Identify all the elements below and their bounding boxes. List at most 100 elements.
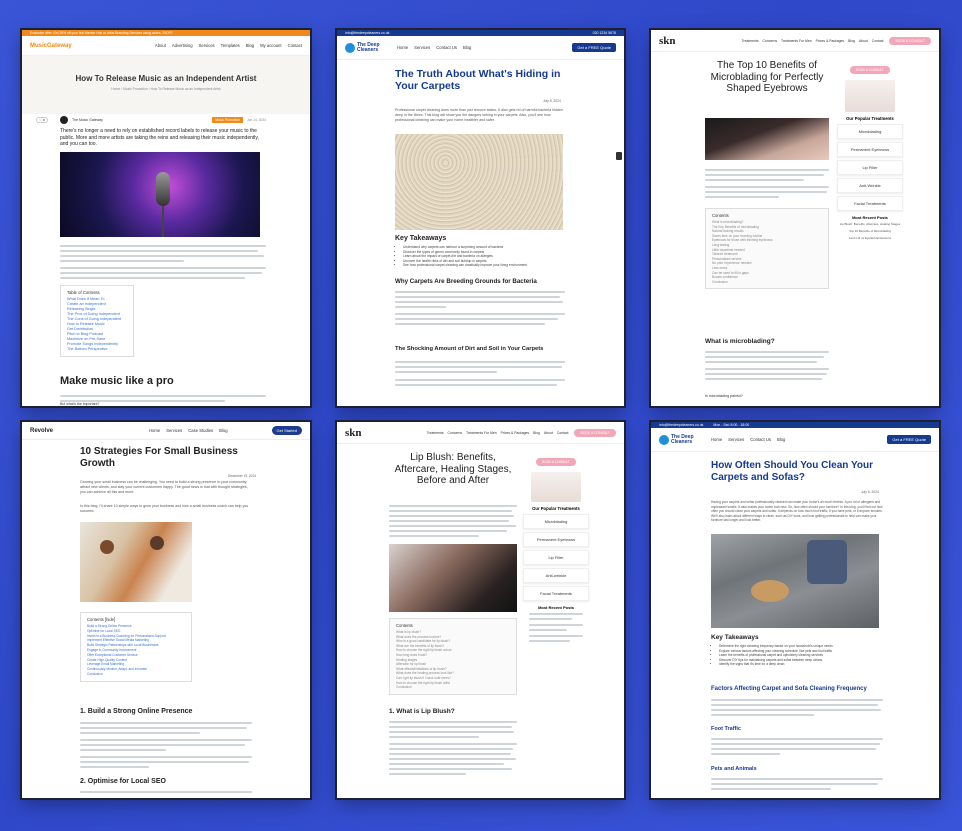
intro-paragraph: Professional carpet cleaning does more t… [395, 108, 563, 122]
carpet-image [395, 134, 563, 230]
nav-item[interactable]: Blog [533, 431, 540, 435]
scroll-handle[interactable] [616, 152, 622, 160]
site-logo[interactable]: skn [345, 427, 362, 439]
nav-item[interactable]: Templates [221, 43, 240, 48]
opening-hours: Mon - Sat: 8:00 - 18:00 [713, 423, 750, 427]
contact-phone[interactable]: 020 1234 5678 [593, 31, 616, 35]
nav-item[interactable]: Prices & Packages [501, 431, 529, 435]
logo-mark-icon [659, 434, 669, 445]
share-button[interactable]: ♡ 0 [36, 117, 48, 123]
site-logo[interactable]: MusicGateway [30, 43, 72, 49]
site-logo[interactable]: skn [659, 35, 676, 47]
nav-item[interactable]: Contact [872, 39, 884, 43]
get-started-button[interactable]: Get Started [271, 426, 302, 435]
free-quote-button[interactable]: Get a FREE Quote [572, 43, 616, 52]
nav-item[interactable]: Blog [777, 437, 785, 442]
nav-item[interactable]: Services [728, 437, 744, 442]
toc-item[interactable]: The Bottom Perspective [67, 347, 127, 352]
nav-item[interactable]: Case Studies [188, 428, 213, 433]
sidebar-item-lip-filler[interactable]: Lip Filler [523, 550, 589, 565]
recent-posts-list[interactable] [523, 613, 589, 642]
sidebar-item-microblading[interactable]: Microblading [837, 124, 903, 139]
nav-item[interactable]: Advertising [172, 43, 193, 48]
nav-item[interactable]: About [544, 431, 553, 435]
category-badge[interactable]: Music Promotion [212, 117, 243, 123]
nav-item[interactable]: Treatments For Men [781, 39, 812, 43]
carpet-cleaning-image [711, 534, 879, 628]
book-consult-button[interactable]: BOOK A CONSULT [889, 36, 931, 45]
site-nav: The Deep Cleaners Home Services Contact … [337, 36, 624, 60]
sidebar-item-anti-wrinkle[interactable]: Anti-Wrinkle [837, 178, 903, 193]
nav-item[interactable]: Blog [219, 428, 227, 433]
contact-email[interactable]: info@thedeepcleaners.co.uk [345, 31, 389, 35]
promo-image [845, 80, 895, 112]
nav-item[interactable]: Services [199, 43, 215, 48]
nav-item[interactable]: Contact [557, 431, 569, 435]
contact-email[interactable]: info@thedeepcleaners.co.uk [659, 423, 703, 427]
breadcrumb[interactable]: Home › Music Promotion › How To Release … [22, 87, 310, 91]
sidebar-item-microblading[interactable]: Microblading [523, 514, 589, 529]
sidebar-item-facial-treatments[interactable]: Facial Treatments [837, 196, 903, 211]
nav-item[interactable]: Services [166, 428, 182, 433]
sidebar-book-button[interactable]: BOOK A CONSULT [850, 66, 890, 74]
recent-post-link[interactable]: Lip Blush: Benefits, Aftercare, Healing … [837, 222, 903, 226]
post-date: July 8, 2024 [543, 99, 561, 103]
nav-item[interactable]: About [859, 39, 868, 43]
sub-question: But what's the important? [60, 402, 100, 406]
site-nav: skn Treatments Concerns Treatments For M… [651, 30, 939, 52]
toc-title: Contents [712, 213, 729, 218]
nav-item[interactable]: Home [711, 437, 722, 442]
nav-item[interactable]: Concerns [763, 39, 778, 43]
sidebar-item-permanent-eyebrows[interactable]: Permanent Eyebrows [523, 532, 589, 547]
nav-item[interactable]: Contact Us [436, 45, 457, 50]
faq-question[interactable]: Is microblading painful? [705, 394, 743, 398]
toc-item[interactable]: Conclusion [712, 280, 822, 285]
section-heading: The Shocking Amount of Dirt and Soil in … [395, 346, 544, 352]
section-heading: Factors Affecting Carpet and Sofa Cleani… [711, 686, 867, 692]
nav-item[interactable]: Blog [246, 43, 254, 48]
nav-item[interactable]: Blog [463, 45, 471, 50]
book-consult-button[interactable]: BOOK A CONSULT [574, 428, 616, 437]
sidebar-item-facial-treatments[interactable]: Facial Treatments [523, 586, 589, 601]
sidebar-item-permanent-eyebrows[interactable]: Permanent Eyebrows [837, 142, 903, 157]
body-text [395, 288, 565, 328]
recent-post-link[interactable]: Lash Lift vs Eyelash Extensions [837, 236, 903, 240]
nav-item[interactable]: Treatments [427, 431, 444, 435]
body-text [389, 502, 517, 540]
nav-item[interactable]: Treatments [742, 39, 759, 43]
recent-post-link[interactable]: Top 10 Benefits of Microblading [837, 229, 903, 233]
promo-text: Exclusive offer: Get 25% off your first … [30, 31, 173, 35]
free-quote-button[interactable]: Get a FREE Quote [887, 435, 931, 444]
toc-item[interactable]: Conclusion [87, 672, 185, 677]
nav-item[interactable]: Services [414, 45, 430, 50]
nav-item[interactable]: Blog [848, 39, 855, 43]
nav-item[interactable]: Home [397, 45, 408, 50]
sidebar-book-button[interactable]: BOOK A CONSULT [536, 458, 576, 466]
nav-item[interactable]: Contact Us [750, 437, 771, 442]
site-logo[interactable]: The Deep Cleaners [345, 42, 383, 53]
toc-title[interactable]: Contents [hide] [87, 617, 185, 622]
key-takeaways-list: Determine the right cleaning frequency b… [711, 644, 883, 667]
nav-item[interactable]: About [155, 43, 166, 48]
table-of-contents: Table of Contents What Does It Mean To C… [60, 285, 134, 357]
nav-item[interactable]: Concerns [448, 431, 463, 435]
site-logo[interactable]: Revolve [30, 428, 53, 434]
nav-item[interactable]: Home [149, 428, 160, 433]
author-name[interactable]: The Music Gateway [72, 118, 103, 122]
sidebar-item-lip-filler[interactable]: Lip Filler [837, 160, 903, 175]
site-nav: The Deep Cleaners Home Services Contact … [651, 428, 939, 452]
intro-paragraph: Growing your small business can be chall… [80, 480, 248, 494]
sidebar-item-anti-wrinkle[interactable]: Anti-wrinkle [523, 568, 589, 583]
page-title: The Top 10 Benefits of Microblading for … [710, 60, 824, 94]
nav-item[interactable]: My account [260, 43, 281, 48]
nav-item[interactable]: Prices & Packages [816, 39, 844, 43]
toc-item[interactable]: Conclusion [396, 685, 510, 690]
nav-item[interactable]: Treatments For Men [466, 431, 497, 435]
avatar [60, 116, 68, 124]
site-logo[interactable]: The Deep Cleaners [659, 434, 697, 445]
section-heading: 1. What is Lip Blush? [389, 708, 455, 715]
section-heading: 2. Optimise for Local SEO [80, 778, 166, 785]
contents-box: Contents What is lip blush? What does th… [389, 618, 517, 695]
site-nav: MusicGateway About Advertising Services … [22, 36, 310, 56]
nav-item[interactable]: Contact [288, 43, 302, 48]
